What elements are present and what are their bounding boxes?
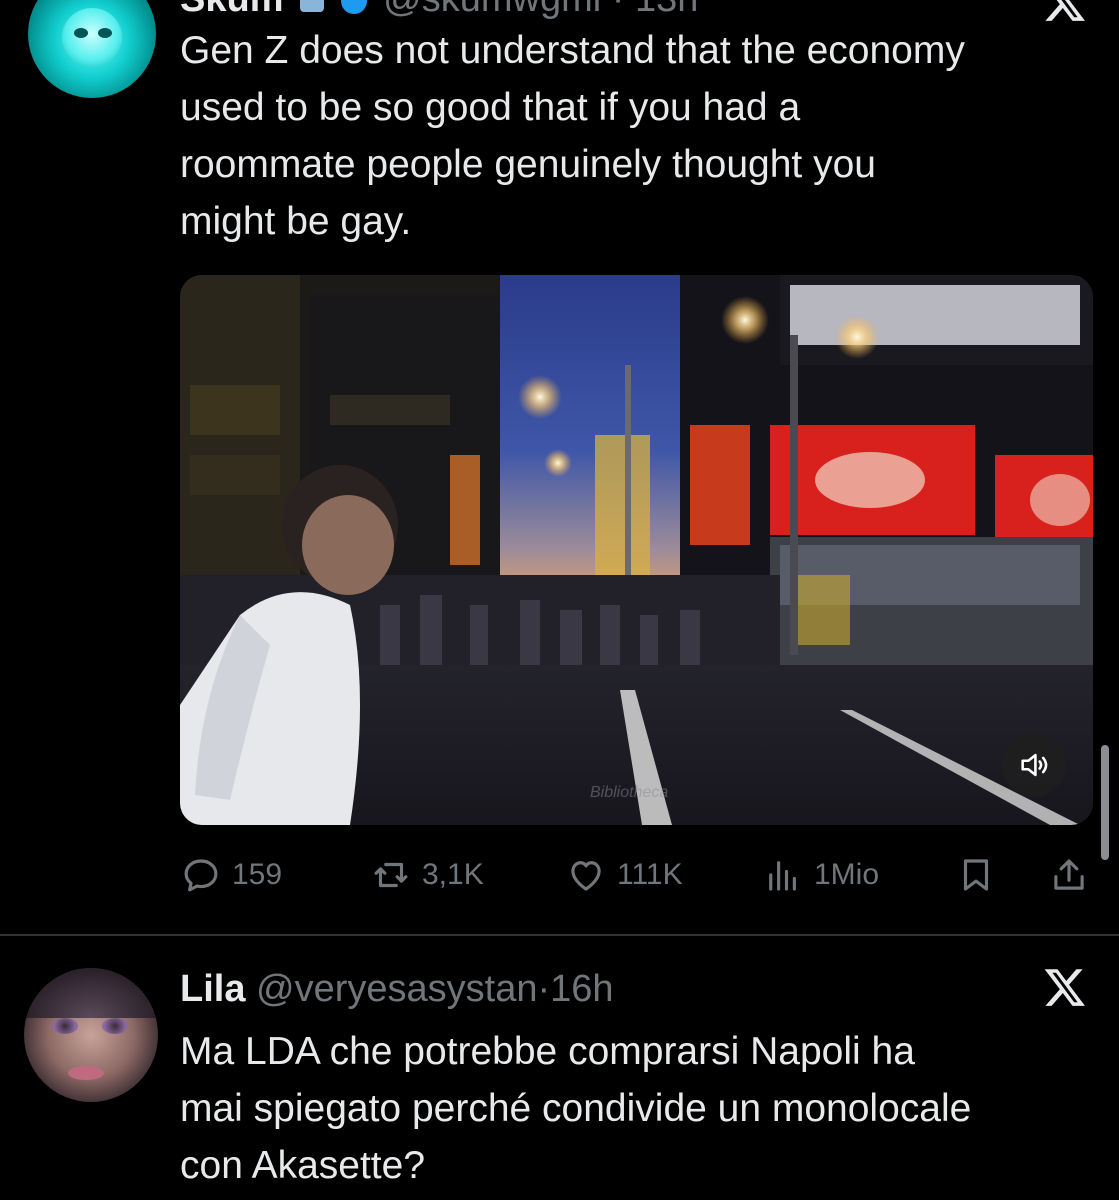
handle[interactable]: @veryesasystan	[256, 968, 537, 1010]
tweet-text: Gen Z does not understand that the econo…	[180, 22, 1100, 250]
timestamp[interactable]: 16h	[550, 968, 613, 1010]
reply-count: 159	[232, 858, 283, 891]
video-watermark: Bibliotheca	[590, 784, 668, 801]
verified-badge-icon	[340, 0, 367, 14]
separator: ·	[612, 0, 625, 20]
repost-icon	[374, 862, 408, 888]
views-button[interactable]: 1Mio	[762, 845, 879, 905]
like-button[interactable]: 111K	[565, 845, 683, 905]
tweet-1[interactable]: Skum @skumwgmi · 13h Gen Z does not unde…	[0, 0, 1119, 935]
views-icon	[769, 861, 796, 891]
tweet-text-line: might be gay.	[180, 200, 412, 243]
tweet-text: Ma LDA che potrebbe comprarsi Napoli ha …	[180, 1023, 1100, 1194]
timestamp[interactable]: 13h	[635, 0, 698, 20]
avatar-eye	[52, 1018, 78, 1034]
avatar-face	[62, 8, 122, 66]
display-name[interactable]: Lila	[180, 968, 245, 1010]
tweet-text-line: Ma LDA che potrebbe comprarsi Napoli ha	[180, 1030, 915, 1073]
mute-button[interactable]	[1002, 733, 1066, 797]
avatar-eye	[74, 28, 88, 38]
like-icon	[571, 861, 601, 891]
x-logo-icon[interactable]	[1043, 965, 1087, 1009]
repost-count: 3,1K	[422, 858, 484, 891]
avatar-eye	[102, 1018, 128, 1034]
bookmark-button[interactable]	[955, 845, 1007, 905]
video-frame: Bibliotheca	[180, 275, 1093, 825]
tweet-2[interactable]: Lila @veryesasystan·16h Ma LDA che potre…	[0, 935, 1119, 1200]
tweet-actions: 159 3,1K 111K 1Mio	[180, 845, 1090, 905]
tweet-text-line: roommate people genuinely thought you	[180, 143, 876, 186]
views-count: 1Mio	[814, 858, 880, 891]
avatar-mouth	[68, 1066, 104, 1080]
video-player[interactable]: Bibliotheca	[180, 275, 1093, 825]
affiliate-badge-icon	[300, 0, 325, 12]
tweet-header: Lila @veryesasystan·16h	[180, 968, 614, 1011]
share-button[interactable]	[1048, 845, 1100, 905]
tweet-text-line: Gen Z does not understand that the econo…	[180, 29, 965, 72]
avatar-eye	[98, 28, 112, 38]
avatar[interactable]	[24, 968, 158, 1102]
tweet-text-line: used to be so good that if you had a	[180, 86, 801, 129]
tweet-text-line: mai spiegato perché condivide un monoloc…	[180, 1087, 972, 1130]
reply-button[interactable]: 159	[180, 845, 282, 905]
handle[interactable]: @skumwgmi	[383, 0, 601, 20]
share-icon	[1054, 859, 1084, 890]
bookmark-icon	[963, 859, 989, 891]
like-count: 111K	[617, 858, 683, 891]
x-logo-icon[interactable]	[1043, 0, 1087, 24]
separator: ·	[537, 968, 551, 1010]
tweet-header: Skum @skumwgmi · 13h	[180, 0, 698, 21]
speaker-icon	[1021, 753, 1048, 777]
tweet-text-line: con Akasette?	[180, 1144, 426, 1187]
reply-icon	[184, 859, 218, 892]
avatar-hair	[24, 968, 158, 1018]
avatar[interactable]	[28, 0, 156, 98]
display-name[interactable]: Skum	[180, 0, 283, 20]
scrollbar[interactable]	[1101, 745, 1109, 860]
repost-button[interactable]: 3,1K	[370, 845, 484, 905]
